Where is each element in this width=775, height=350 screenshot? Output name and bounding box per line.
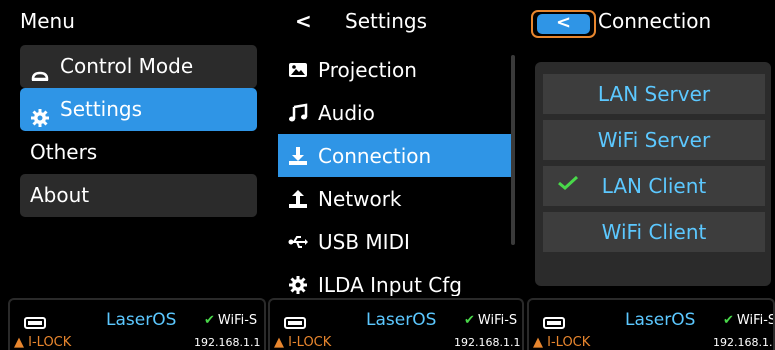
status-bar: LaserOS ✔ WiFi-S ▲ I-LOCK 192.168.1.1	[268, 298, 524, 350]
menu-item-label: Settings	[60, 97, 143, 121]
battery-icon	[543, 317, 565, 329]
option-lan-client[interactable]: LAN Client	[543, 166, 765, 206]
device-name: LaserOS	[366, 310, 437, 330]
menu-title: Menu	[20, 9, 75, 33]
status-bar: LaserOS ✔ WiFi-S ▲ I-LOCK 192.168.1.1	[8, 298, 266, 350]
gear-icon	[288, 275, 308, 295]
option-label: WiFi Server	[597, 128, 711, 152]
wifi-status: ✔ WiFi-S	[464, 313, 517, 328]
wifi-label: WiFi-S	[477, 313, 518, 328]
interlock-warning: ▲ I-LOCK	[533, 335, 590, 350]
check-icon: ✔	[464, 313, 475, 328]
menu-item-control-mode[interactable]: Control Mode	[20, 45, 257, 88]
wifi-label: WiFi-S	[736, 313, 775, 328]
scrollbar[interactable]	[511, 55, 515, 245]
device-name: LaserOS	[106, 310, 177, 330]
warning-icon: ▲	[14, 335, 24, 350]
menu-item-label: Others	[30, 140, 98, 164]
upload-icon	[288, 189, 308, 209]
status-bar: LaserOS ✔ WiFi-S ▲ I-LOCK 192.168.1.1	[527, 298, 775, 350]
check-icon	[558, 176, 579, 190]
option-wifi-client[interactable]: WiFi Client	[543, 212, 765, 252]
menu-item-about[interactable]: About	[20, 174, 257, 217]
settings-panel: < Settings Projection Audio Connection N…	[273, 0, 523, 296]
usb-icon	[288, 232, 308, 252]
back-button-fill: <	[537, 12, 590, 34]
option-wifi-server[interactable]: WiFi Server	[543, 120, 765, 160]
menu-item-label: Control Mode	[60, 54, 194, 78]
interlock-warning: ▲ I-LOCK	[274, 335, 331, 350]
option-lan-server[interactable]: LAN Server	[543, 74, 765, 114]
lock-label: I-LOCK	[288, 335, 332, 350]
device-name: LaserOS	[625, 310, 696, 330]
chevron-left-icon: <	[555, 12, 572, 33]
connection-title: Connection	[598, 9, 712, 33]
settings-item-label: Network	[318, 186, 402, 211]
ip-address: 192.168.1.1	[194, 336, 261, 349]
settings-item-audio[interactable]: Audio	[278, 91, 515, 134]
wifi-status: ✔ WiFi-S	[204, 313, 257, 328]
menu-panel: Menu Control Mode Settings Others About	[0, 0, 265, 296]
download-icon	[288, 146, 308, 166]
menu-item-settings[interactable]: Settings	[20, 88, 257, 131]
settings-item-label: Audio	[318, 100, 375, 125]
settings-item-usb-midi[interactable]: USB MIDI	[278, 220, 515, 263]
option-label: LAN Client	[601, 174, 707, 198]
back-button[interactable]: <	[295, 0, 312, 42]
settings-item-label: USB MIDI	[318, 229, 410, 254]
menu-item-label: About	[30, 183, 90, 207]
interlock-warning: ▲ I-LOCK	[14, 335, 71, 350]
settings-item-label: ILDA Input Cfg	[318, 272, 462, 297]
settings-item-label: Projection	[318, 57, 417, 82]
lock-label: I-LOCK	[28, 335, 72, 350]
option-label: WiFi Client	[601, 220, 707, 244]
lock-label: I-LOCK	[547, 335, 591, 350]
option-label: LAN Server	[597, 82, 711, 106]
wifi-status: ✔ WiFi-S	[723, 313, 775, 328]
battery-icon	[24, 317, 46, 329]
cloud-icon	[30, 57, 50, 81]
music-note-icon	[288, 103, 308, 123]
image-icon	[288, 60, 308, 80]
connection-panel: < Connection LAN Server WiFi Server LAN …	[523, 0, 775, 296]
battery-icon	[284, 317, 306, 329]
settings-item-connection[interactable]: Connection	[278, 134, 515, 177]
check-icon: ✔	[723, 313, 734, 328]
menu-item-others[interactable]: Others	[20, 131, 257, 174]
ip-address: 192.168.1.1	[713, 336, 775, 349]
wifi-label: WiFi-S	[217, 313, 258, 328]
settings-title: Settings	[345, 9, 428, 33]
settings-item-label: Connection	[318, 143, 432, 168]
warning-icon: ▲	[274, 335, 284, 350]
settings-item-projection[interactable]: Projection	[278, 48, 515, 91]
settings-item-network[interactable]: Network	[278, 177, 515, 220]
warning-icon: ▲	[533, 335, 543, 350]
settings-item-ilda-input-cfg[interactable]: ILDA Input Cfg	[278, 263, 515, 296]
gear-icon	[30, 100, 50, 127]
check-icon: ✔	[204, 313, 215, 328]
ip-address: 192.168.1.1	[454, 336, 521, 349]
back-button[interactable]: <	[531, 10, 596, 38]
